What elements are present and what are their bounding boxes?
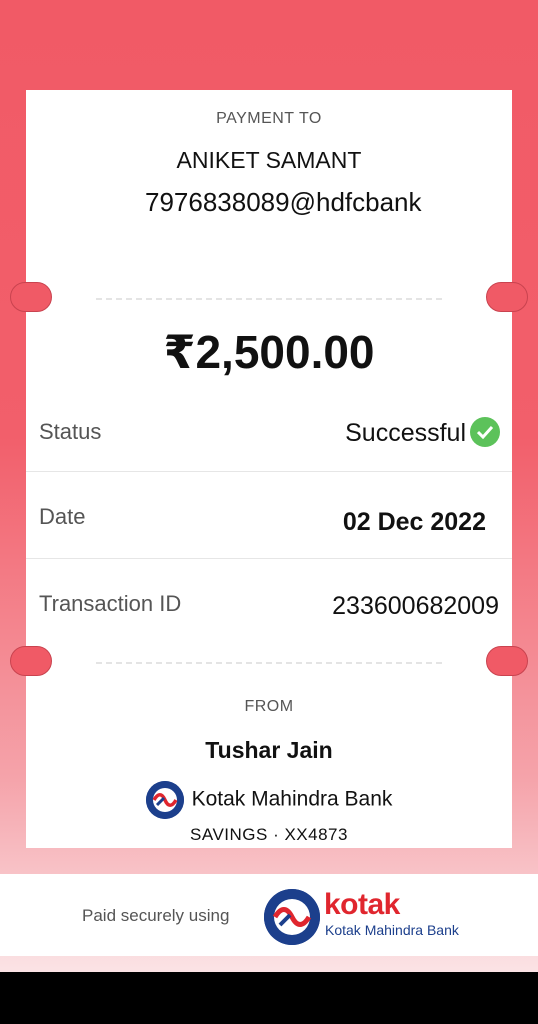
- details-card: ₹2,500.00 Status Successful Date 02 Dec …: [26, 313, 512, 646]
- date-row: Date 02 Dec 2022: [26, 473, 512, 559]
- kotak-logo-icon: [145, 781, 184, 819]
- amount: ₹2,500.00: [163, 326, 375, 378]
- payer-card: FROM Tushar Jain Kotak Mahindra Bank SAV…: [26, 678, 512, 848]
- payee-upi-id: 7976838089@hdfcbank: [145, 187, 422, 217]
- status-text: Successful: [345, 419, 466, 447]
- ticket-notch-right: [486, 646, 528, 676]
- transaction-id-value: 233600682009: [332, 592, 499, 620]
- payer-account: SAVINGS · XX4873: [190, 825, 348, 844]
- payment-to-label: PAYMENT TO: [216, 110, 322, 127]
- kotak-brand-word: kotak: [324, 888, 400, 921]
- transaction-id-label: Transaction ID: [39, 591, 182, 616]
- success-check-icon: [470, 417, 500, 448]
- footer: Paid securely using kotak Kotak Mahindra…: [0, 874, 538, 956]
- status-row: Status Successful: [26, 386, 512, 472]
- paid-securely-text: Paid securely using: [82, 906, 230, 925]
- payer-bank: Kotak Mahindra Bank: [26, 781, 512, 819]
- perforation: [10, 646, 528, 678]
- ticket-notch-left: [10, 282, 52, 312]
- date-label: Date: [39, 504, 86, 529]
- status-value: Successful: [345, 417, 500, 449]
- ticket-notch-left: [10, 646, 52, 676]
- kotak-brand-logo-icon: [264, 889, 320, 945]
- kotak-brand-subtitle: Kotak Mahindra Bank: [325, 922, 459, 938]
- perforation: [10, 282, 528, 313]
- payee-card: PAYMENT TO ANIKET SAMANT 7976838089@hdfc…: [26, 90, 512, 282]
- from-label: FROM: [244, 698, 294, 715]
- ticket-notch-right: [486, 282, 528, 312]
- payee-name: ANIKET SAMANT: [176, 147, 362, 173]
- payer-name: Tushar Jain: [205, 737, 333, 763]
- date-value: 02 Dec 2022: [342, 508, 486, 536]
- payer-bank-name: Kotak Mahindra Bank: [191, 787, 393, 811]
- status-label: Status: [39, 419, 102, 444]
- transaction-id-row: Transaction ID 233600682009: [26, 559, 512, 645]
- bottom-bar: [0, 972, 538, 1024]
